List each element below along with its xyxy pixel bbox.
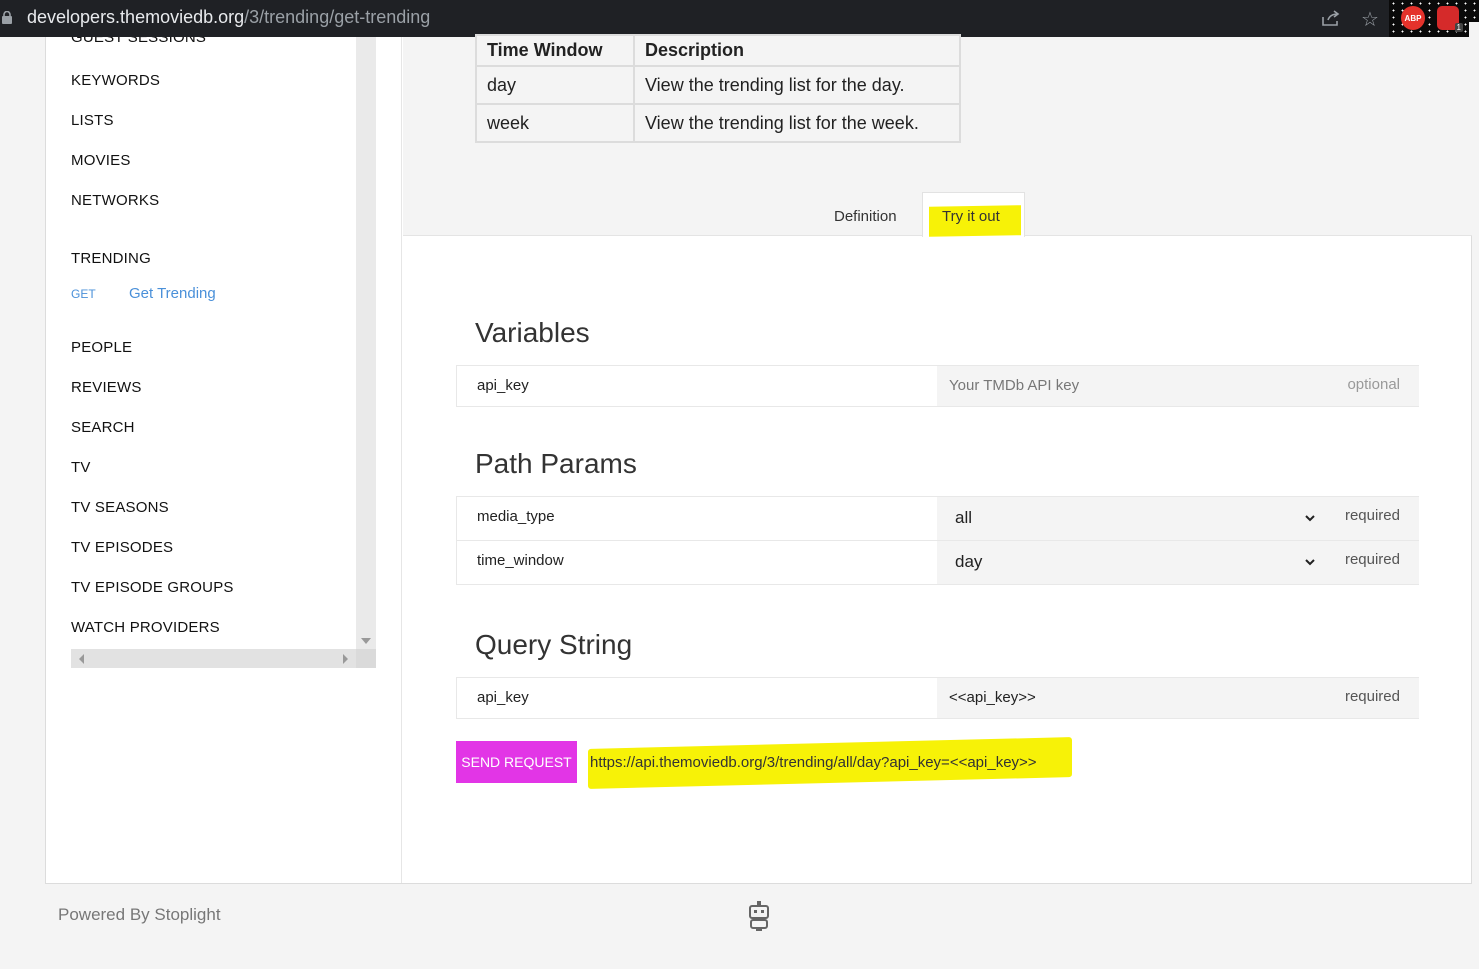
definition-area: Time Window Description day View the tre… [403,34,1472,237]
required-label: required [1344,688,1400,705]
sidebar-horizontal-scrollbar[interactable] [71,649,356,668]
query-api-key-value: <<api_key>> [949,689,1036,706]
api-key-input[interactable]: Your TMDb API key optional [937,366,1419,406]
variables-title: Variables [475,317,590,348]
required-label: required [1344,551,1400,568]
variable-row: api_key Your TMDb API key optional [456,365,1419,407]
sidebar-item-tv[interactable]: TV [71,459,91,476]
param-name: api_key [477,377,529,394]
lock-icon [2,11,12,24]
table-cell: week [475,103,635,143]
sidebar-item-keywords[interactable]: KEYWORDS [71,72,160,89]
http-method-badge: GET [71,287,96,301]
send-request-button[interactable]: SEND REQUEST [456,741,577,783]
media-type-select[interactable]: all required [937,497,1419,540]
table-cell: View the trending list for the day. [633,65,961,105]
param-name: api_key [477,689,529,706]
tab-definition[interactable]: Definition [834,208,897,225]
stoplight-robot-icon [749,901,769,931]
sidebar-item-networks[interactable]: NETWORKS [71,192,159,209]
toolbar-icons: ☆ ABP 1 [1309,0,1479,37]
sidebar-item-watch-providers[interactable]: WATCH PROVIDERS [71,619,220,636]
sidebar-vertical-scrollbar[interactable] [356,37,376,649]
powered-by-text[interactable]: Powered By Stoplight [58,905,221,925]
table-row: week View the trending list for the week… [475,103,961,143]
adblock-icon[interactable]: ABP [1401,6,1425,30]
required-label: required [1344,507,1400,524]
sidebar-item-movies[interactable]: MOVIES [71,152,131,169]
param-name: time_window [477,552,564,569]
sidebar-subitem-get-trending[interactable]: GET Get Trending [71,285,216,303]
table-row: day View the trending list for the day. [475,65,961,105]
adblock-label: ABP [1404,13,1422,23]
docs-panel: GUEST SESSIONS KEYWORDS LISTS MOVIES NET… [45,34,1472,884]
extension-badge: 1 [1454,23,1463,32]
extension-icon[interactable]: 1 [1437,6,1463,32]
bookmark-star-icon[interactable]: ☆ [1361,7,1379,32]
table-cell: View the trending list for the week. [633,103,961,143]
query-string-title: Query String [475,629,633,660]
time-window-table: Time Window Description day View the tre… [475,34,961,143]
share-icon[interactable] [1321,9,1341,27]
request-url: https://api.themoviedb.org/3/trending/al… [590,754,1037,771]
path-params-title: Path Params [475,448,637,479]
get-trending-link[interactable]: Get Trending [129,285,216,302]
query-param-row: api_key <<api_key>> required [456,677,1419,719]
url-domain: developers.themoviedb.org [27,7,245,27]
url-path: /3/trending/get-trending [244,7,431,27]
scroll-left-arrow-icon[interactable] [79,654,84,664]
scrollbar-corner [356,649,376,668]
chevron-down-icon [1305,559,1315,566]
sidebar-item-lists[interactable]: LISTS [71,112,114,129]
chevron-down-icon [1305,515,1315,522]
scroll-right-arrow-icon[interactable] [343,654,348,664]
optional-label: optional [1347,376,1400,393]
page-scrollbar[interactable] [1469,22,1479,38]
api-key-placeholder: Your TMDb API key [949,377,1080,394]
sidebar-item-tv-seasons[interactable]: TV SEASONS [71,499,169,516]
scroll-down-arrow-icon[interactable] [361,638,371,644]
sidebar-item-reviews[interactable]: REVIEWS [71,379,142,396]
query-api-key-input[interactable]: <<api_key>> required [937,678,1419,718]
select-value: all [955,508,973,527]
select-value: day [955,552,983,571]
path-param-row: media_type all required [456,496,1419,541]
address-bar[interactable]: developers.themoviedb.org/3/trending/get… [27,7,430,28]
sidebar-item-tv-episodes[interactable]: TV EPISODES [71,539,173,556]
sidebar-item-guest-sessions[interactable]: GUEST SESSIONS [71,37,206,46]
tab-try-it-out-label: Try it out [942,208,1000,225]
sidebar-item-people[interactable]: PEOPLE [71,339,132,356]
table-cell: day [475,65,635,105]
sidebar-item-tv-episode-groups[interactable]: TV EPISODE GROUPS [71,579,234,596]
browser-toolbar: developers.themoviedb.org/3/trending/get… [0,0,1479,37]
sidebar-item-search[interactable]: SEARCH [71,419,135,436]
table-header-row: Time Window Description [475,34,961,67]
path-param-row: time_window day required [456,540,1419,585]
table-header: Description [633,34,961,67]
sidebar-item-trending[interactable]: TRENDING [71,250,151,267]
table-header: Time Window [475,34,635,67]
sidebar-nav: GUEST SESSIONS KEYWORDS LISTS MOVIES NET… [71,37,356,649]
time-window-select[interactable]: day required [937,541,1419,584]
param-name: media_type [477,508,555,525]
sidebar: GUEST SESSIONS KEYWORDS LISTS MOVIES NET… [46,37,402,883]
tab-try-it-out[interactable]: Try it out [922,192,1025,237]
